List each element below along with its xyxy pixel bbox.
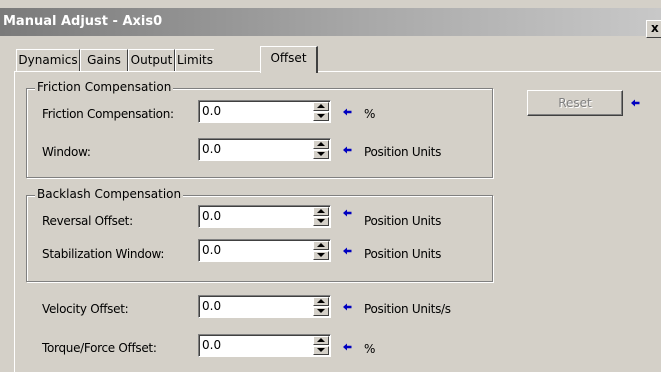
spin-up-button[interactable] — [313, 297, 329, 306]
group-title: Backlash Compensation — [35, 187, 184, 201]
left-arrow-icon — [343, 146, 352, 154]
friction-compensation-spinbox — [198, 100, 331, 123]
reversal-offset-label: Reversal Offset: — [42, 214, 133, 228]
spin-up-icon — [317, 299, 325, 303]
spin-down-button[interactable] — [313, 251, 329, 260]
offset-tab-panel: Friction Compensation Friction Compensat… — [14, 71, 661, 372]
spin-up-button[interactable] — [313, 241, 329, 250]
close-icon: x — [651, 21, 659, 35]
tab-label: Output — [130, 53, 173, 67]
window-title: Manual Adjust - Axis0 — [3, 14, 163, 29]
velocity-offset-input[interactable] — [201, 298, 312, 314]
torque-force-offset-label: Torque/Force Offset: — [42, 341, 157, 355]
window-label: Window: — [42, 145, 91, 159]
unit-label: Position Units — [364, 145, 442, 159]
unit-label: Position Units — [364, 214, 442, 228]
tab-label: Dynamics — [18, 53, 78, 67]
close-button[interactable]: x — [646, 20, 661, 38]
spin-down-icon — [317, 114, 325, 118]
tab-offset[interactable]: Offset — [260, 46, 318, 73]
stabilization-window-label: Stabilization Window: — [42, 247, 165, 261]
spin-buttons — [313, 241, 329, 260]
spin-up-icon — [317, 338, 325, 342]
spin-up-button[interactable] — [313, 102, 329, 111]
window-spinbox — [198, 138, 331, 161]
spin-up-icon — [317, 209, 325, 213]
spin-down-icon — [317, 309, 325, 313]
spin-down-icon — [317, 219, 325, 223]
manual-adjust-window: Manual Adjust - Axis0 x Dynamics Gains O… — [0, 0, 661, 372]
reset-button[interactable]: Reset — [527, 90, 623, 116]
left-arrow-icon — [343, 343, 352, 351]
torque-force-offset-input[interactable] — [201, 337, 312, 353]
left-arrow-icon — [343, 247, 352, 255]
spin-down-button[interactable] — [313, 112, 329, 121]
spin-down-button[interactable] — [313, 150, 329, 159]
spin-down-icon — [317, 253, 325, 257]
spin-down-button[interactable] — [313, 346, 329, 355]
unit-label: % — [364, 342, 376, 356]
left-arrow-icon — [343, 303, 352, 311]
spin-down-button[interactable] — [313, 217, 329, 226]
spin-up-icon — [317, 243, 325, 247]
left-arrow-icon — [343, 209, 352, 217]
tab-label: Offset — [270, 51, 307, 65]
window-input[interactable] — [201, 141, 312, 157]
spin-up-icon — [317, 142, 325, 146]
left-arrow-icon — [631, 99, 640, 107]
velocity-offset-label: Velocity Offset: — [42, 302, 129, 316]
spin-buttons — [313, 140, 329, 159]
stabilization-window-spinbox — [198, 239, 331, 262]
spin-down-icon — [317, 348, 325, 352]
spin-buttons — [313, 297, 329, 316]
stabilization-window-input[interactable] — [201, 242, 312, 258]
spin-up-button[interactable] — [313, 140, 329, 149]
spin-down-icon — [317, 152, 325, 156]
reversal-offset-input[interactable] — [201, 208, 312, 224]
unit-label: Position Units — [364, 247, 442, 261]
spin-buttons — [313, 102, 329, 121]
unit-label: % — [364, 107, 376, 121]
group-title: Friction Compensation — [35, 80, 174, 94]
friction-compensation-label: Friction Compensation: — [42, 107, 174, 121]
spin-down-button[interactable] — [313, 307, 329, 316]
spin-up-button[interactable] — [313, 336, 329, 345]
tab-gains[interactable]: Gains — [80, 49, 128, 71]
unit-label: Position Units/s — [364, 302, 451, 316]
friction-compensation-input[interactable] — [201, 103, 312, 119]
velocity-offset-spinbox — [198, 295, 331, 318]
tab-label: Gains — [87, 53, 121, 67]
torque-force-offset-spinbox — [198, 334, 331, 357]
spin-buttons — [313, 207, 329, 226]
tab-dynamics[interactable]: Dynamics — [16, 49, 80, 71]
title-bar[interactable]: Manual Adjust - Axis0 x — [0, 8, 661, 38]
tab-output[interactable]: Output — [128, 49, 175, 71]
tab-label: Limits — [177, 53, 213, 67]
spin-up-icon — [317, 104, 325, 108]
spin-up-button[interactable] — [313, 207, 329, 216]
tab-limits[interactable]: Limits — [175, 49, 214, 71]
spin-buttons — [313, 336, 329, 355]
reversal-offset-spinbox — [198, 205, 331, 228]
left-arrow-icon — [343, 108, 352, 116]
